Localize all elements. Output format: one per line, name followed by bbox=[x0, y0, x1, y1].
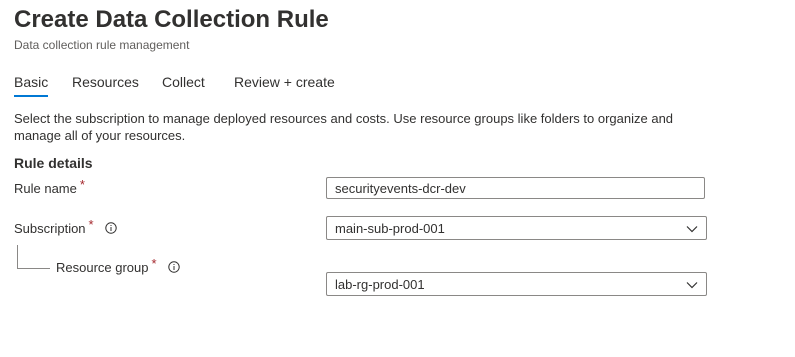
rule-name-label-text: Rule name bbox=[14, 181, 77, 196]
tab-basic[interactable]: Basic bbox=[14, 74, 49, 97]
chevron-down-icon bbox=[686, 226, 698, 233]
section-heading-rule-details: Rule details bbox=[14, 155, 93, 171]
resource-group-selected-value: lab-rg-prod-001 bbox=[335, 277, 425, 292]
tree-connector-vertical bbox=[17, 245, 18, 269]
required-marker: * bbox=[151, 256, 157, 271]
page-subtitle: Data collection rule management bbox=[14, 38, 190, 52]
tab-resources[interactable]: Resources bbox=[72, 74, 139, 90]
info-icon[interactable] bbox=[168, 261, 180, 273]
required-marker: * bbox=[88, 217, 94, 232]
resource-group-dropdown[interactable]: lab-rg-prod-001 bbox=[326, 272, 707, 296]
resource-group-label-text: Resource group bbox=[56, 260, 149, 275]
tab-review-create[interactable]: Review + create bbox=[234, 74, 335, 90]
subscription-dropdown[interactable]: main-sub-prod-001 bbox=[326, 216, 707, 240]
description-text: Select the subscription to manage deploy… bbox=[14, 111, 674, 143]
rule-name-input[interactable]: securityevents-dcr-dev bbox=[326, 177, 705, 199]
tab-collect[interactable]: Collect bbox=[162, 74, 205, 90]
tree-connector-horizontal bbox=[17, 268, 50, 269]
rule-name-label: Rule name * bbox=[14, 177, 85, 196]
info-icon[interactable] bbox=[105, 222, 117, 234]
required-marker: * bbox=[79, 177, 85, 192]
resource-group-label: Resource group * bbox=[56, 256, 180, 275]
subscription-label-text: Subscription bbox=[14, 221, 86, 236]
chevron-down-icon bbox=[686, 282, 698, 289]
subscription-selected-value: main-sub-prod-001 bbox=[335, 221, 445, 236]
subscription-label: Subscription * bbox=[14, 217, 117, 236]
page-title: Create Data Collection Rule bbox=[14, 6, 329, 33]
